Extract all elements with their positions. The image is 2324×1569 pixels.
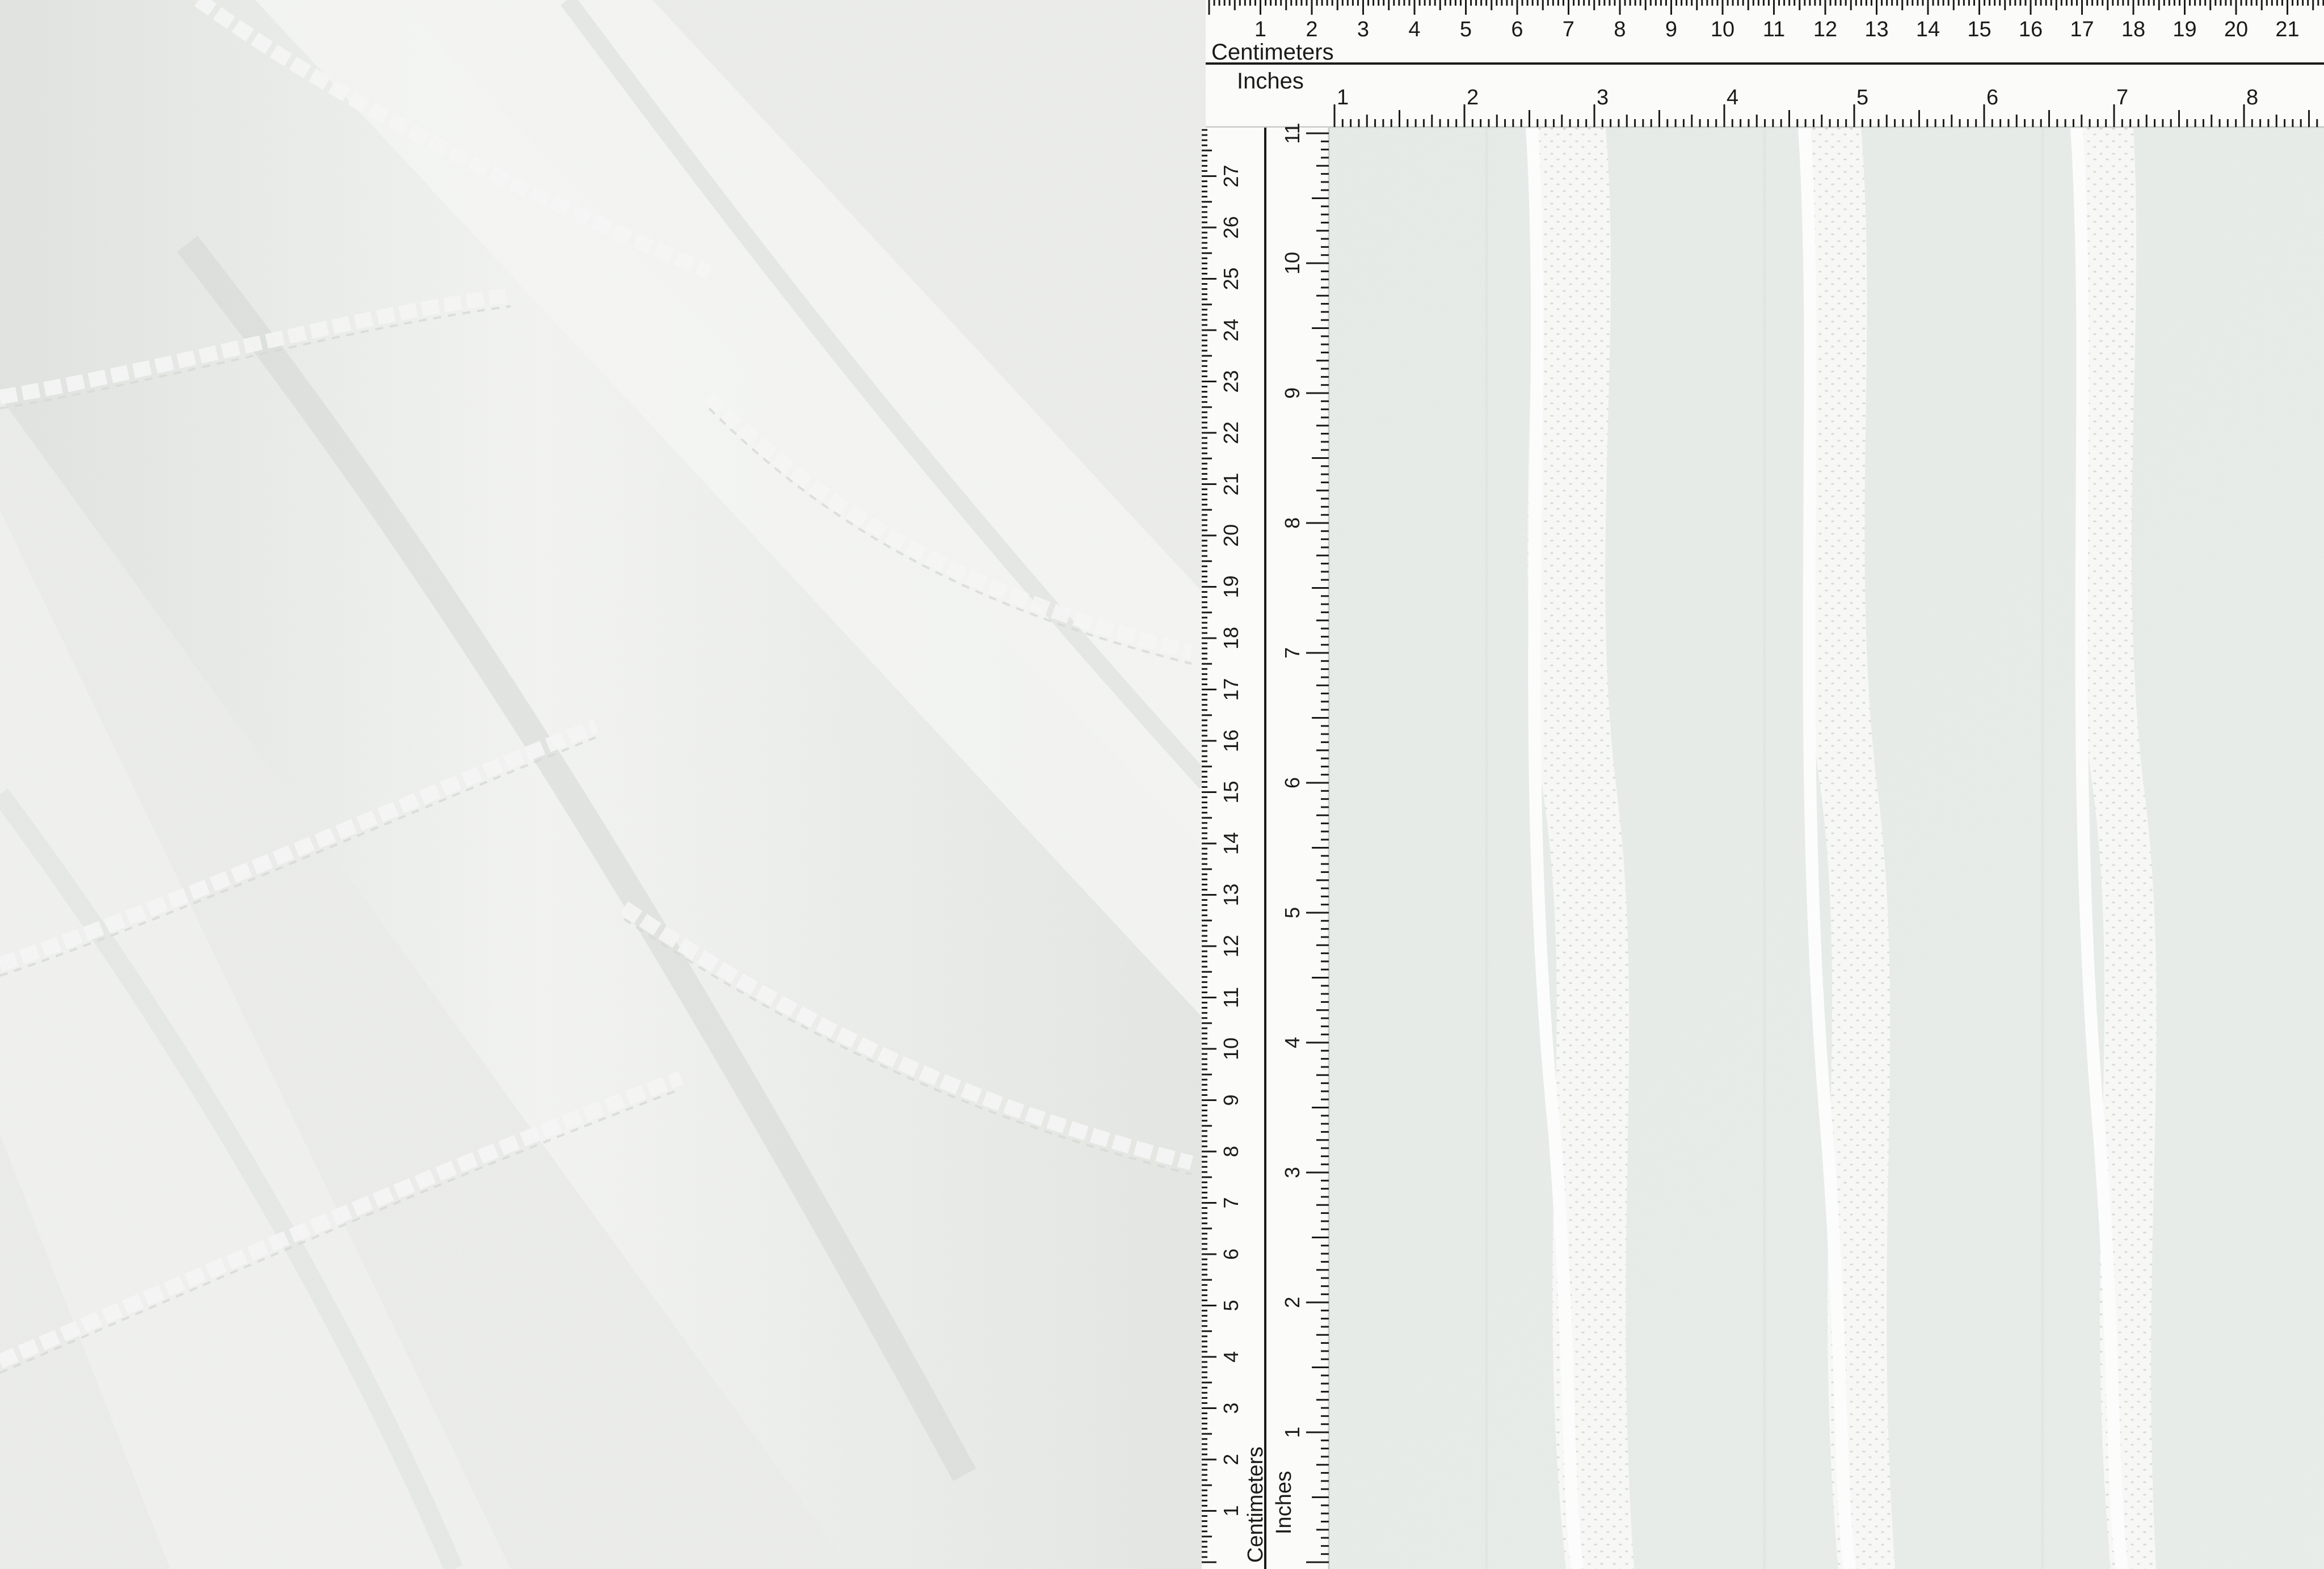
ruler-inch-number: 11 bbox=[1281, 123, 1304, 144]
ruler-cm-number: 16 bbox=[1219, 729, 1243, 752]
ruler-inch-number: 5 bbox=[1281, 907, 1304, 918]
ruler-cm-number: 14 bbox=[1219, 832, 1243, 855]
ruler-cm-number: 12 bbox=[1813, 18, 1837, 41]
ruler-inch-number: 7 bbox=[1281, 647, 1304, 659]
ruler-cm-number: 15 bbox=[1967, 18, 1991, 41]
ruler-cm-number: 3 bbox=[1219, 1402, 1243, 1414]
ruler-inch-number: 6 bbox=[1281, 777, 1304, 788]
side-ruler: Centimeters Inches 123456789101112131415… bbox=[1202, 123, 1330, 1569]
ruler-inch-number: 8 bbox=[2246, 86, 2258, 109]
ruler-cm-number: 7 bbox=[1219, 1197, 1243, 1208]
ruler-cm-number: 9 bbox=[1219, 1094, 1243, 1106]
flat-fabric-panel bbox=[1206, 0, 2324, 1569]
ruler-inch-number: 2 bbox=[1281, 1297, 1304, 1308]
ruler-cm-number: 17 bbox=[2070, 18, 2094, 41]
side-ruler-inches-label: Inches bbox=[1272, 1471, 1296, 1534]
ruler-cm-number: 13 bbox=[1219, 883, 1243, 906]
ruler-cm-number: 14 bbox=[1916, 18, 1940, 41]
top-ruler-inches-label: Inches bbox=[1237, 69, 1304, 94]
ruler-cm-number: 18 bbox=[2121, 18, 2145, 41]
ruler-cm-number: 11 bbox=[1763, 18, 1785, 41]
ruler-cm-number: 11 bbox=[1219, 987, 1243, 1008]
ruler-cm-number: 22 bbox=[1219, 421, 1243, 444]
ruler-inch-number: 2 bbox=[1467, 86, 1479, 109]
ruler-inch-number: 7 bbox=[2116, 86, 2128, 109]
ruler-cm-number: 13 bbox=[1864, 18, 1888, 41]
ruler-cm-number: 16 bbox=[2019, 18, 2043, 41]
fabric-swatch-photo: Centimeters Inches 1 2 3 4 5 6 7 8 9 10 11 12 13 14 15… bbox=[0, 0, 2324, 1569]
ruler-cm-number: 20 bbox=[1219, 524, 1243, 547]
ruler-cm-number: 20 bbox=[2224, 18, 2248, 41]
ruler-cm-number: 8 bbox=[1219, 1146, 1243, 1157]
ruler-cm-number: 5 bbox=[1219, 1300, 1243, 1311]
ruler-cm-number: 21 bbox=[1219, 473, 1243, 495]
ruler-inch-number: 5 bbox=[1856, 86, 1868, 109]
ruler-cm-number: 9 bbox=[1665, 18, 1677, 41]
ruler-cm-number: 2 bbox=[1306, 18, 1317, 41]
ruler-cm-number: 7 bbox=[1563, 18, 1574, 41]
ruler-cm-number: 25 bbox=[1219, 267, 1243, 290]
top-ruler-cm-label: Centimeters bbox=[1211, 40, 1334, 65]
ruler-cm-number: 23 bbox=[1219, 370, 1243, 393]
ruler-inch-number: 10 bbox=[1281, 252, 1304, 275]
ruler-inch-number: 4 bbox=[1281, 1037, 1304, 1048]
ruler-cm-number: 27 bbox=[1219, 165, 1243, 187]
ruler-cm-number: 26 bbox=[1219, 216, 1243, 239]
ruler-inch-number: 4 bbox=[1727, 86, 1738, 109]
ruler-cm-number: 19 bbox=[1219, 575, 1243, 598]
ruler-cm-number: 1 bbox=[1219, 1505, 1243, 1516]
ruler-inch-number: 6 bbox=[1986, 86, 1998, 109]
ruler-cm-number: 1 bbox=[1254, 18, 1266, 41]
ruler-cm-number: 18 bbox=[1219, 627, 1243, 649]
ruler-inch-number: 3 bbox=[1597, 86, 1609, 109]
ruler-cm-number: 12 bbox=[1219, 935, 1243, 958]
top-ruler: Centimeters Inches 1 2 3 4 5 6 7 8 9 10 11 12 13 14 15… bbox=[1206, 0, 2324, 128]
ruler-inch-number: 9 bbox=[1281, 387, 1304, 399]
ruler-cm-number: 10 bbox=[1219, 1037, 1243, 1060]
ruler-cm-number: 3 bbox=[1357, 18, 1369, 41]
ruler-cm-number: 21 bbox=[2275, 18, 2299, 41]
ruler-cm-number: 6 bbox=[1219, 1249, 1243, 1260]
ruler-cm-number: 4 bbox=[1219, 1351, 1243, 1363]
ruler-cm-number: 4 bbox=[1408, 18, 1420, 41]
ruler-inch-number: 1 bbox=[1281, 1427, 1304, 1438]
ruler-cm-number: 10 bbox=[1711, 18, 1734, 41]
fabric-photo-canvas: Centimeters Inches 1 2 3 4 5 6 7 8 9 10 11 12 13 14 15… bbox=[0, 0, 2324, 1569]
draped-fabric bbox=[0, 0, 1212, 1569]
ruler-cm-number: 19 bbox=[2173, 18, 2196, 41]
ruler-cm-number: 2 bbox=[1219, 1454, 1243, 1465]
ruler-inch-number: 8 bbox=[1281, 517, 1304, 529]
ruler-cm-number: 17 bbox=[1219, 678, 1243, 701]
ruler-inch-number: 1 bbox=[1337, 86, 1349, 109]
ruler-inch-number: 3 bbox=[1281, 1167, 1304, 1178]
ruler-cm-number: 15 bbox=[1219, 781, 1243, 803]
ruler-cm-number: 6 bbox=[1511, 18, 1523, 41]
ruler-cm-number: 5 bbox=[1460, 18, 1472, 41]
ruler-cm-number: 8 bbox=[1614, 18, 1626, 41]
ruler-cm-number: 24 bbox=[1219, 319, 1243, 341]
side-ruler-cm-label: Centimeters bbox=[1244, 1446, 1268, 1563]
